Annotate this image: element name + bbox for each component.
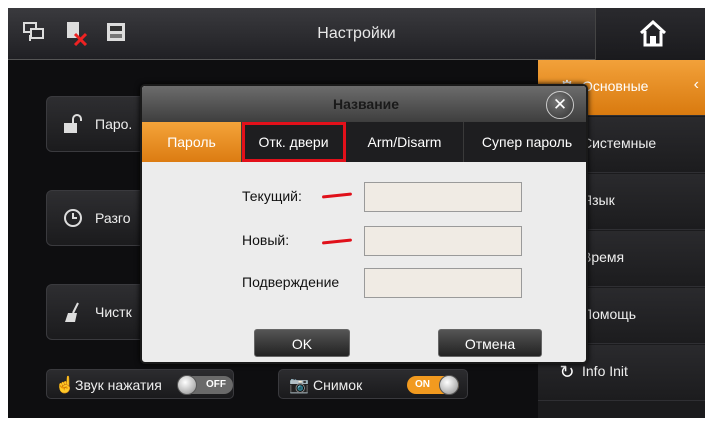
snapshot-toggle[interactable]: ON <box>407 375 459 395</box>
snapshot-row: 📷 Снимок ON <box>278 369 468 399</box>
annotation-mark <box>321 238 353 245</box>
top-bar: Настройки <box>8 8 705 60</box>
finger-tap-icon: ☝ <box>55 377 75 394</box>
tab-password[interactable]: Пароль <box>142 122 242 162</box>
menu-item-label: Системные <box>582 135 657 151</box>
padlock-icon <box>61 113 85 137</box>
key-sound-toggle[interactable]: OFF <box>177 375 233 395</box>
tile-label: Паро. <box>95 116 133 132</box>
tab-arm-disarm[interactable]: Arm/Disarm <box>346 122 464 162</box>
current-password-field[interactable] <box>364 182 522 212</box>
new-password-field[interactable] <box>364 226 522 256</box>
dialog-title: Название <box>332 96 400 112</box>
dialog-header: Название ✕ <box>142 86 586 122</box>
menu-item-label: Помощь <box>582 306 637 322</box>
screenshot: Настройки Паро. Разго Чистк ☝ Звук нажат… <box>0 0 709 425</box>
refresh-icon: ↻ <box>559 362 575 382</box>
menu-item-label: Время <box>582 249 625 265</box>
password-dialog: Название ✕ Пароль Отк. двери Arm/Disarm … <box>140 84 588 364</box>
tile-label: Разго <box>95 210 131 226</box>
home-icon <box>639 19 667 47</box>
tab-door-open[interactable]: Отк. двери <box>242 122 346 162</box>
annotation-mark <box>321 192 353 199</box>
new-password-label: Новый: <box>242 232 290 248</box>
snapshot-label: Снимок <box>313 377 363 393</box>
toggle-state: OFF <box>206 379 226 390</box>
close-icon: ✕ <box>552 95 568 114</box>
toggle-knob <box>439 375 459 395</box>
confirm-password-label: Подверждение <box>242 274 340 290</box>
key-sound-label: Звук нажатия <box>75 377 162 393</box>
menu-item-label: Info Init <box>582 363 628 379</box>
current-password-label: Текущий: <box>242 188 302 204</box>
cancel-button[interactable]: Отмена <box>438 329 542 357</box>
toggle-state: ON <box>415 379 430 390</box>
clock-icon <box>61 207 85 231</box>
toggle-knob <box>177 375 197 395</box>
menu-item-label: Основные <box>582 78 649 94</box>
confirm-password-field[interactable] <box>364 268 522 298</box>
camera-icon: 📷 <box>289 377 309 394</box>
broom-icon <box>61 301 85 325</box>
chevron-left-icon: ‹ <box>693 76 699 93</box>
key-sound-row: ☝ Звук нажатия OFF <box>46 369 234 399</box>
home-button[interactable] <box>595 8 705 60</box>
tile-label: Чистк <box>95 304 132 320</box>
intercom-screen: Настройки Паро. Разго Чистк ☝ Звук нажат… <box>8 8 705 418</box>
close-button[interactable]: ✕ <box>546 91 574 119</box>
tab-super-password[interactable]: Супер пароль <box>464 122 586 162</box>
dialog-tabs: Пароль Отк. двери Arm/Disarm Супер парол… <box>142 122 586 162</box>
ok-button[interactable]: OK <box>254 329 350 357</box>
